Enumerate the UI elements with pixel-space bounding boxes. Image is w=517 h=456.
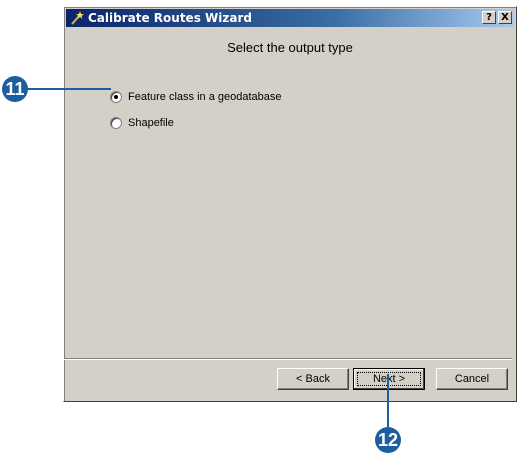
page-heading: Select the output type [227, 40, 353, 55]
back-button[interactable]: < Back [277, 368, 349, 390]
shapefile-label: Shapefile [128, 117, 174, 129]
feature-class-radio[interactable] [110, 91, 122, 103]
next-button[interactable]: Next > [353, 368, 425, 390]
option-feature-class[interactable]: Feature class in a geodatabase [110, 89, 282, 105]
wizard-wand-icon [69, 10, 85, 26]
radio-selected-dot [114, 95, 118, 99]
option-shapefile[interactable]: Shapefile [110, 115, 174, 131]
callout-11-leader-line [26, 88, 111, 90]
title-bar[interactable]: Calibrate Routes Wizard ? X [66, 9, 514, 27]
callout-12-leader-line [387, 374, 389, 430]
help-button[interactable]: ? [482, 11, 496, 24]
cancel-button[interactable]: Cancel [436, 368, 508, 390]
feature-class-label: Feature class in a geodatabase [128, 91, 282, 103]
calibrate-routes-dialog: Calibrate Routes Wizard ? X Select the o… [63, 6, 517, 402]
button-divider [64, 358, 512, 360]
close-button[interactable]: X [498, 11, 512, 24]
callout-11-badge: 11 [2, 76, 28, 102]
window-title: Calibrate Routes Wizard [88, 11, 252, 25]
callout-12-badge: 12 [375, 427, 401, 453]
shapefile-radio[interactable] [110, 117, 122, 129]
